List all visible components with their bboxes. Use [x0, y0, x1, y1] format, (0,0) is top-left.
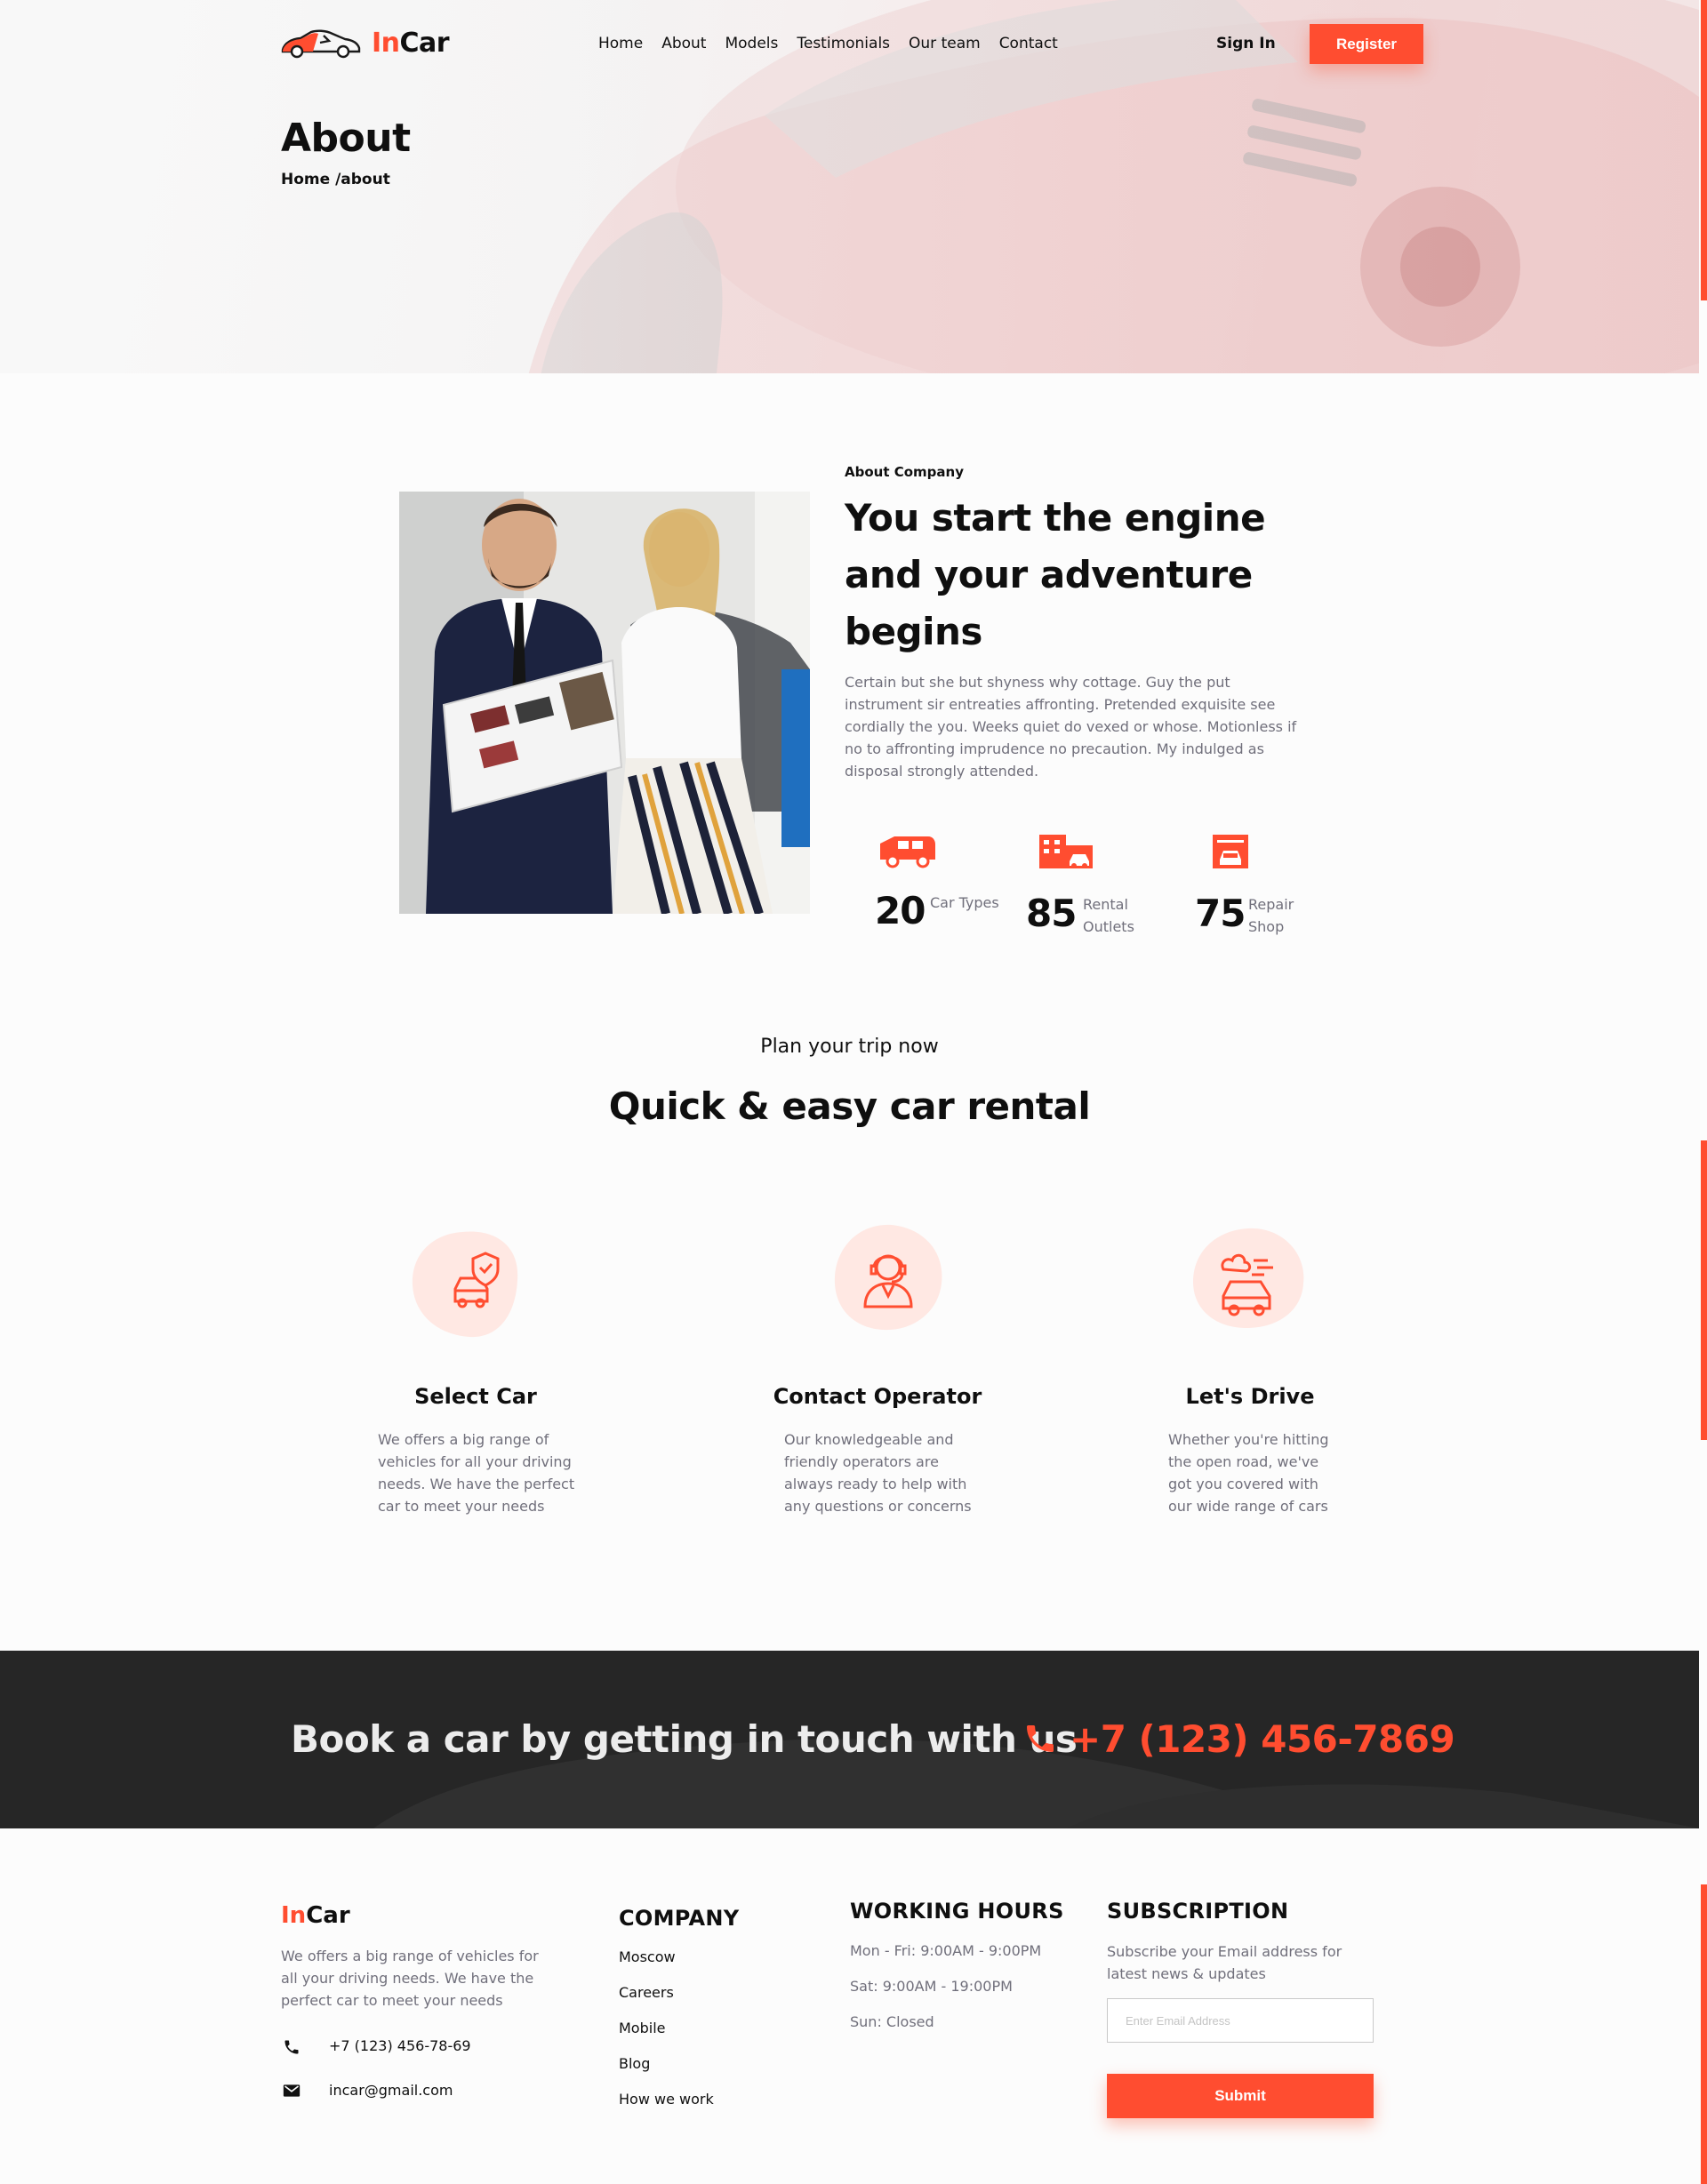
breadcrumb[interactable]: Home /about — [281, 171, 390, 188]
nav-our-team[interactable]: Our team — [909, 35, 981, 52]
subscription-text: Subscribe your Email address for latest … — [1107, 1943, 1342, 1982]
footer-phone[interactable]: +7 (123) 456-78-69 — [329, 2037, 471, 2054]
footer-company-heading: COMPANY — [619, 1906, 740, 1931]
stat-label: Repair Shop — [1248, 896, 1294, 935]
hours-sunday: Sun: Closed — [850, 2013, 934, 2030]
mail-icon — [283, 2084, 301, 2097]
scroll-accent-bar — [1701, 1884, 1707, 2184]
stat-label: Rental Outlets — [1083, 896, 1134, 935]
car-drive-icon — [1193, 1228, 1304, 1328]
banner-text: Book a car by getting in touch with us — [291, 1717, 1078, 1761]
section-subtitle: Plan your trip now — [760, 1036, 939, 1058]
phone-icon — [284, 2040, 299, 2054]
hours-saturday: Sat: 9:00AM - 19:00PM — [850, 1978, 1013, 1995]
step-text: Our knowledgeable and friendly operators… — [784, 1431, 972, 1515]
step-title: Let's Drive — [1185, 1384, 1315, 1409]
footer-brand[interactable]: InCar — [281, 1902, 350, 1929]
main-nav: Home About Models Testimonials Our team … — [598, 35, 1058, 52]
nav-about[interactable]: About — [661, 35, 706, 52]
brand-name: InCar — [372, 27, 450, 59]
section-title: Quick & easy car rental — [608, 1084, 1091, 1128]
nav-testimonials[interactable]: Testimonials — [797, 35, 890, 52]
about-heading: You start the engine and your adventure … — [845, 496, 1266, 653]
footer-link-moscow[interactable]: Moscow — [619, 1948, 676, 1965]
phone-icon — [1027, 1725, 1054, 1752]
about-photo — [399, 492, 810, 914]
footer-link-how-we-work[interactable]: How we work — [619, 2091, 714, 2108]
garage-icon — [1213, 835, 1248, 868]
page-title: About — [281, 116, 411, 161]
stat-number: 75 — [1195, 892, 1246, 935]
hero-overlay — [0, 0, 1699, 373]
footer-subscription-heading: SUBSCRIPTION — [1107, 1899, 1289, 1924]
footer-email[interactable]: incar@gmail.com — [329, 2082, 453, 2099]
scroll-accent-bar — [1701, 0, 1707, 300]
hero-section: InCar Home About Models Testimonials Our… — [0, 0, 1699, 373]
step-title: Contact Operator — [773, 1384, 982, 1409]
footer-link-mobile[interactable]: Mobile — [619, 2020, 665, 2036]
car-logo-icon — [281, 29, 361, 59]
step-text: We offers a big range of vehicles for al… — [378, 1431, 575, 1515]
nav-models[interactable]: Models — [725, 35, 778, 52]
footer-about-text: We offers a big range of vehicles for al… — [281, 1948, 539, 2009]
hours-weekdays: Mon - Fri: 9:00AM - 9:00PM — [850, 1942, 1042, 1959]
footer-hours-heading: WORKING HOURS — [850, 1899, 1064, 1924]
step-title: Select Car — [414, 1384, 537, 1409]
footer-link-careers[interactable]: Careers — [619, 1984, 674, 2001]
step-text: Whether you're hitting the open road, we… — [1168, 1431, 1329, 1515]
operator-icon — [834, 1224, 942, 1331]
nav-contact[interactable]: Contact — [999, 35, 1058, 52]
booking-banner: Book a car by getting in touch with us +… — [0, 1651, 1699, 1828]
banner-phone-number[interactable]: +7 (123) 456-7869 — [1070, 1717, 1455, 1761]
building-icon — [1039, 835, 1093, 868]
subscription-email-input[interactable] — [1107, 1998, 1374, 2043]
about-text: Certain but she but shyness why cottage.… — [845, 674, 1297, 780]
sign-in-link[interactable]: Sign In — [1216, 35, 1276, 52]
stat-number: 85 — [1026, 892, 1077, 935]
scroll-accent-bar — [1701, 1140, 1707, 1440]
stat-label: Car Types — [930, 894, 999, 911]
footer-link-blog[interactable]: Blog — [619, 2055, 650, 2072]
nav-home[interactable]: Home — [598, 35, 643, 52]
car-shield-icon — [412, 1231, 518, 1338]
van-icon — [880, 836, 935, 868]
brand-logo[interactable]: InCar — [281, 27, 450, 59]
stat-number: 20 — [875, 889, 926, 932]
register-button[interactable]: Register — [1310, 24, 1423, 64]
subscription-submit-button[interactable]: Submit — [1107, 2074, 1374, 2118]
about-label: About Company — [845, 464, 964, 480]
